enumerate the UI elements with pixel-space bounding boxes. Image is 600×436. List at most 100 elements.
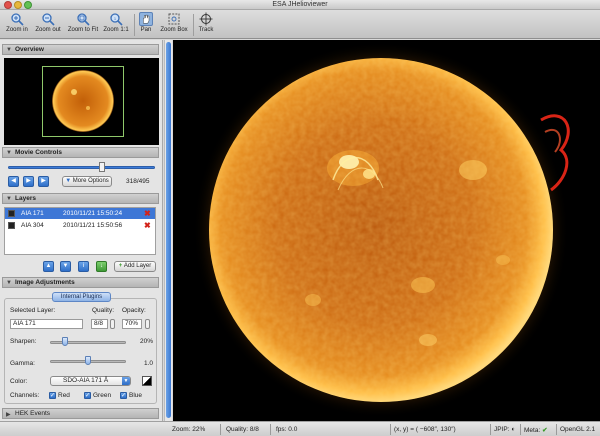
side-panel-scrollbar[interactable] bbox=[164, 40, 172, 421]
tab-internal-plugins[interactable]: Internal Plugins bbox=[52, 292, 111, 302]
layer-info-button[interactable]: i bbox=[78, 261, 89, 272]
color-table-select[interactable]: SDO-AIA 171 Å ▼ bbox=[50, 376, 131, 386]
status-bar: Zoom: 22% Quality: 8/8 fps: 0.0 (x, y) =… bbox=[0, 421, 600, 436]
color-table-value: SDO-AIA 171 Å bbox=[63, 377, 109, 384]
fps-status: fps: 0.0 bbox=[276, 426, 298, 433]
quality-stepper[interactable] bbox=[110, 319, 115, 329]
chevron-down-icon: ▼ bbox=[122, 377, 130, 385]
sun-image bbox=[193, 42, 570, 418]
layers-title: Layers bbox=[15, 195, 36, 202]
play-button[interactable]: ▶ bbox=[23, 176, 34, 187]
pan-button[interactable]: Pan bbox=[138, 12, 154, 37]
zoom-box-button[interactable]: Zoom Box bbox=[159, 12, 189, 37]
previous-frame-button[interactable]: ◀ bbox=[8, 176, 19, 187]
opacity-field[interactable]: 70% bbox=[122, 319, 142, 329]
quality-status: Quality: 8/8 bbox=[226, 426, 259, 433]
zoom-status: Zoom: 22% bbox=[172, 426, 206, 433]
layer-visibility-checkbox[interactable] bbox=[8, 210, 15, 217]
zoom-fit-icon bbox=[77, 13, 90, 26]
status-separator bbox=[556, 424, 557, 435]
color-label: Color: bbox=[10, 378, 28, 385]
zoom-1to1-label: Zoom 1:1 bbox=[103, 27, 129, 33]
jpip-status: JPIP: ◐ bbox=[494, 426, 515, 433]
green-channel-label: Green bbox=[93, 392, 112, 399]
coordinates-readout: (x, y) = ( −608″, 130″) bbox=[394, 426, 456, 433]
zoom-1to1-button[interactable]: 1 Zoom 1:1 bbox=[102, 12, 130, 37]
layer-name: AIA 304 bbox=[21, 222, 44, 229]
track-icon bbox=[199, 12, 213, 26]
selected-layer-field[interactable]: AIA 171 bbox=[10, 319, 83, 329]
overview-section-header[interactable]: ▼ Overview bbox=[2, 44, 159, 55]
check-icon: ✔ bbox=[542, 427, 548, 434]
track-button[interactable]: Track bbox=[196, 12, 216, 37]
zoom-out-icon bbox=[42, 13, 55, 26]
more-options-label: More Options bbox=[72, 178, 109, 184]
movie-timeline-handle[interactable] bbox=[99, 162, 106, 172]
meta-status: Meta: ✔ bbox=[524, 426, 548, 434]
more-options-button[interactable]: ▼ More Options bbox=[62, 176, 112, 187]
zoom-in-button[interactable]: Zoom in bbox=[4, 12, 30, 37]
status-separator bbox=[390, 424, 391, 435]
overview-title: Overview bbox=[15, 46, 44, 53]
sharpen-value: 20% bbox=[140, 338, 154, 345]
add-layer-label: Add Layer bbox=[123, 263, 152, 269]
track-label: Track bbox=[198, 27, 214, 33]
download-layer-button[interactable]: ↓ bbox=[96, 261, 107, 272]
hek-events-section-header[interactable]: ▶ HEK Events bbox=[2, 408, 159, 419]
overview-image[interactable] bbox=[4, 58, 159, 145]
quality-field[interactable]: 8/8 bbox=[91, 319, 108, 329]
layer-visibility-checkbox[interactable] bbox=[8, 222, 15, 229]
invert-colors-icon[interactable] bbox=[142, 376, 152, 386]
layers-section-header[interactable]: ▼ Layers bbox=[2, 193, 159, 204]
zoom-out-button[interactable]: Zoom out bbox=[33, 12, 63, 37]
image-adjustments-title: Image Adjustments bbox=[15, 279, 75, 286]
layer-row[interactable]: AIA 171 2010/11/21 15:50:24 ✖ bbox=[5, 208, 155, 219]
green-channel-checkbox[interactable]: ✓ bbox=[84, 392, 91, 399]
gamma-value: 1.0 bbox=[144, 360, 154, 367]
overview-view-frame[interactable] bbox=[42, 66, 124, 137]
gamma-slider-handle[interactable] bbox=[85, 356, 91, 365]
movie-timeline-slider[interactable] bbox=[8, 166, 155, 169]
sharpen-slider-handle[interactable] bbox=[62, 337, 69, 346]
movie-controls-section-header[interactable]: ▼ Movie Controls bbox=[2, 147, 159, 158]
meta-label: Meta: bbox=[524, 427, 541, 434]
move-layer-up-button[interactable]: ▲ bbox=[43, 261, 54, 272]
blue-channel-checkbox[interactable]: ✓ bbox=[120, 392, 127, 399]
blue-channel-label: Blue bbox=[129, 392, 143, 399]
channels-label: Channels: bbox=[10, 392, 40, 399]
sharpen-label: Sharpen: bbox=[10, 338, 37, 345]
zoom-in-icon bbox=[11, 13, 24, 26]
pan-label: Pan bbox=[140, 27, 152, 33]
layers-list: AIA 171 2010/11/21 15:50:24 ✖ AIA 304 20… bbox=[4, 207, 156, 255]
add-layer-button[interactable]: + Add Layer bbox=[114, 261, 156, 272]
selected-layer-label: Selected Layer: bbox=[10, 307, 56, 314]
zoom-1to1-icon: 1 bbox=[110, 13, 123, 26]
movie-controls-title: Movie Controls bbox=[15, 149, 62, 156]
quality-label: Quality: bbox=[92, 307, 115, 314]
scrollbar-thumb[interactable] bbox=[166, 42, 171, 418]
disclosure-open-icon: ▼ bbox=[6, 150, 12, 156]
image-viewport[interactable] bbox=[173, 40, 600, 421]
status-separator bbox=[270, 424, 271, 435]
pan-icon bbox=[139, 12, 153, 26]
opacity-stepper[interactable] bbox=[145, 319, 150, 329]
layer-name: AIA 171 bbox=[21, 210, 44, 217]
move-layer-down-button[interactable]: ▼ bbox=[60, 261, 71, 272]
toolbar-separator bbox=[193, 14, 194, 36]
red-channel-checkbox[interactable]: ✓ bbox=[49, 392, 56, 399]
layer-row[interactable]: AIA 304 2010/11/21 15:50:56 ✖ bbox=[5, 220, 155, 231]
gamma-label: Gamma: bbox=[10, 360, 35, 367]
zoom-out-label: Zoom out bbox=[35, 27, 61, 33]
image-adjustments-section-header[interactable]: ▼ Image Adjustments bbox=[2, 277, 159, 288]
layer-timestamp: 2010/11/21 15:50:24 bbox=[63, 210, 123, 217]
side-panel: ▼ Overview ▼ Movie Controls ◀ ▶ ▶ ▼ More… bbox=[0, 40, 163, 424]
disclosure-closed-icon: ▶ bbox=[6, 412, 11, 418]
status-separator bbox=[220, 424, 221, 435]
remove-layer-icon[interactable]: ✖ bbox=[144, 221, 151, 230]
disclosure-open-icon: ▼ bbox=[6, 196, 12, 202]
next-frame-button[interactable]: ▶ bbox=[38, 176, 49, 187]
remove-layer-icon[interactable]: ✖ bbox=[144, 209, 151, 218]
opengl-status: OpenGL 2.1 bbox=[560, 426, 596, 433]
jpip-connection-icon: ◐ bbox=[511, 426, 516, 433]
zoom-fit-button[interactable]: Zoom to Fit bbox=[65, 12, 101, 37]
